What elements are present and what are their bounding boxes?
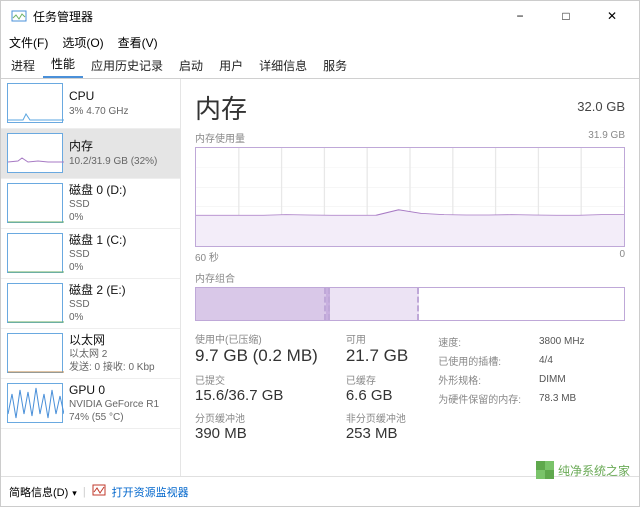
sidebar-item-5[interactable]: 以太网以太网 2发送: 0 接收: 0 Kbp <box>1 329 180 379</box>
sidebar-item-name: 以太网 <box>69 333 155 348</box>
stat-label: 可用 <box>346 331 408 346</box>
sidebar-item-name: 磁盘 0 (D:) <box>69 183 126 198</box>
chart-max: 31.9 GB <box>588 130 625 145</box>
tabs: 进程 性能 应用历史记录 启动 用户 详细信息 服务 <box>1 53 639 79</box>
chart-time-right: 0 <box>619 249 625 264</box>
menu-view[interactable]: 查看(V) <box>118 34 158 51</box>
stat-value: 390 MB <box>195 425 318 442</box>
sidebar-item-sub: 以太网 2 <box>69 348 155 361</box>
thumb-chart <box>7 83 63 123</box>
sidebar: CPU3% 4.70 GHz内存10.2/31.9 GB (32%)磁盘 0 (… <box>1 79 181 476</box>
sidebar-item-3[interactable]: 磁盘 1 (C:)SSD0% <box>1 229 180 279</box>
tab-apphistory[interactable]: 应用历史记录 <box>83 53 171 78</box>
composition-segment-2 <box>330 288 419 320</box>
titlebar: 任务管理器 − □ ✕ <box>1 1 639 31</box>
memory-total: 32.0 GB <box>577 99 625 114</box>
menu-options[interactable]: 选项(O) <box>62 34 103 51</box>
memory-composition-chart <box>195 287 625 321</box>
sidebar-item-1[interactable]: 内存10.2/31.9 GB (32%) <box>1 129 180 179</box>
thumb-chart <box>7 183 63 223</box>
open-resmon-link[interactable]: 打开资源监视器 <box>112 484 189 500</box>
sidebar-item-name: GPU 0 <box>69 383 159 398</box>
sidebar-item-2[interactable]: 磁盘 0 (D:)SSD0% <box>1 179 180 229</box>
info-key: 速度: <box>438 333 537 350</box>
info-key: 外形规格: <box>438 371 537 388</box>
sidebar-item-sub: 10.2/31.9 GB (32%) <box>69 155 157 168</box>
sidebar-item-sub2: 0% <box>69 211 126 224</box>
tab-details[interactable]: 详细信息 <box>251 53 315 78</box>
stat-value: 21.7 GB <box>346 346 408 366</box>
composition-segment-3 <box>419 288 624 320</box>
tab-services[interactable]: 服务 <box>315 53 355 78</box>
sidebar-item-sub2: 0% <box>69 261 126 274</box>
composition-segment-0 <box>196 288 326 320</box>
stat-label: 已缓存 <box>346 372 408 387</box>
sidebar-item-sub2: 发送: 0 接收: 0 Kbp <box>69 361 155 374</box>
tab-processes[interactable]: 进程 <box>3 53 43 78</box>
page-title: 内存 <box>195 89 247 126</box>
stat-label: 已提交 <box>195 372 318 387</box>
fewer-details-button[interactable]: 简略信息(D) <box>9 484 77 500</box>
sidebar-item-sub: SSD <box>69 298 126 311</box>
maximize-button[interactable]: □ <box>543 1 589 31</box>
menu-file[interactable]: 文件(F) <box>9 34 48 51</box>
info-val: 78.3 MB <box>539 390 585 407</box>
tab-startup[interactable]: 启动 <box>171 53 211 78</box>
watermark: 纯净系统之家 <box>536 461 634 479</box>
minimize-button[interactable]: − <box>497 1 543 31</box>
info-key: 为硬件保留的内存: <box>438 390 537 407</box>
stat-value: 6.6 GB <box>346 387 408 404</box>
sidebar-item-sub2: 0% <box>69 311 126 324</box>
thumb-chart <box>7 233 63 273</box>
sidebar-item-0[interactable]: CPU3% 4.70 GHz <box>1 79 180 129</box>
sidebar-item-sub: SSD <box>69 248 126 261</box>
stats-column-3: 速度:3800 MHz已使用的插槽:4/4外形规格:DIMM为硬件保留的内存:7… <box>436 331 586 448</box>
tab-performance[interactable]: 性能 <box>43 51 83 78</box>
sidebar-item-name: CPU <box>69 89 128 105</box>
window-title: 任务管理器 <box>33 8 497 25</box>
bottom-bar: 简略信息(D) | 打开资源监视器 <box>1 476 639 506</box>
sidebar-item-sub: NVIDIA GeForce R1 <box>69 398 159 411</box>
memory-info-table: 速度:3800 MHz已使用的插槽:4/4外形规格:DIMM为硬件保留的内存:7… <box>436 331 586 409</box>
info-key: 已使用的插槽: <box>438 352 537 369</box>
sidebar-item-name: 磁盘 1 (C:) <box>69 233 126 248</box>
sidebar-item-sub: 3% 4.70 GHz <box>69 105 128 118</box>
stat-value: 15.6/36.7 GB <box>195 387 318 404</box>
thumb-chart <box>7 383 63 423</box>
memory-usage-chart <box>195 147 625 247</box>
resmon-icon <box>92 483 106 500</box>
tab-users[interactable]: 用户 <box>211 53 251 78</box>
close-button[interactable]: ✕ <box>589 1 635 31</box>
thumb-chart <box>7 283 63 323</box>
sidebar-item-name: 内存 <box>69 139 157 155</box>
stats-column-2: 可用21.7 GB 已缓存6.6 GB 非分页缓冲池253 MB <box>346 331 408 448</box>
chart-label: 内存使用量 <box>195 130 245 145</box>
sidebar-item-6[interactable]: GPU 0NVIDIA GeForce R174% (55 °C) <box>1 379 180 429</box>
info-val: DIMM <box>539 371 585 388</box>
chart-time-left: 60 秒 <box>195 249 219 264</box>
stat-label: 分页缓冲池 <box>195 410 318 425</box>
info-val: 4/4 <box>539 352 585 369</box>
app-icon <box>11 8 27 24</box>
stat-label: 使用中(已压缩) <box>195 331 318 346</box>
stat-value: 253 MB <box>346 425 408 442</box>
sidebar-item-sub: SSD <box>69 198 126 211</box>
sidebar-item-name: 磁盘 2 (E:) <box>69 283 126 298</box>
main-panel: 内存 32.0 GB 内存使用量 31.9 GB 60 秒 0 内存组合 使用中… <box>181 79 639 476</box>
info-val: 3800 MHz <box>539 333 585 350</box>
stats-column-1: 使用中(已压缩)9.7 GB (0.2 MB) 已提交15.6/36.7 GB 分页… <box>195 331 318 448</box>
thumb-chart <box>7 133 63 173</box>
stat-value: 9.7 GB (0.2 MB) <box>195 346 318 366</box>
composition-label: 内存组合 <box>195 270 625 285</box>
sidebar-item-4[interactable]: 磁盘 2 (E:)SSD0% <box>1 279 180 329</box>
sidebar-item-sub2: 74% (55 °C) <box>69 411 159 424</box>
stat-label: 非分页缓冲池 <box>346 410 408 425</box>
menubar: 文件(F) 选项(O) 查看(V) <box>1 31 639 53</box>
thumb-chart <box>7 333 63 373</box>
